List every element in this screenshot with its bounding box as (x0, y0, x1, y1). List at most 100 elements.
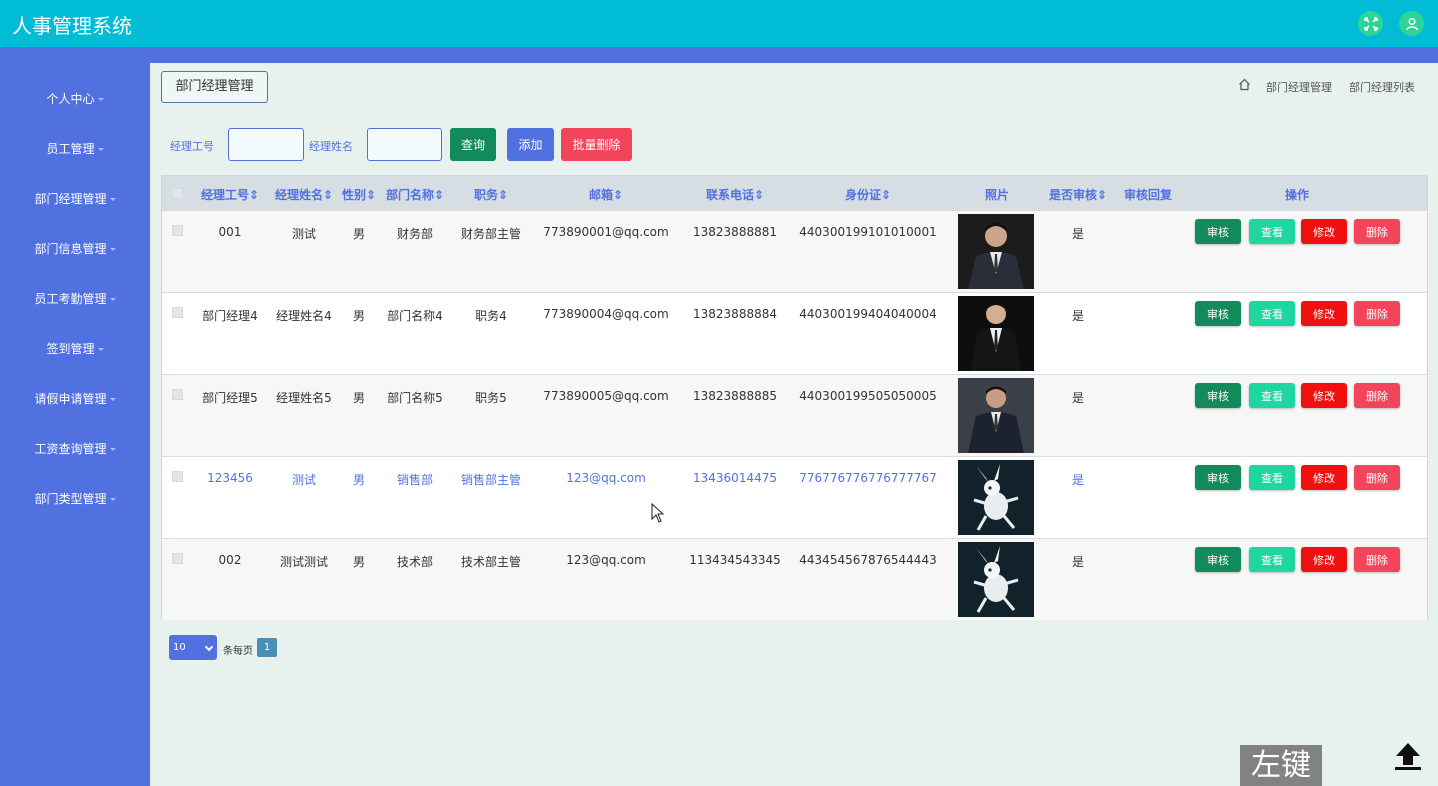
white-creature-photo[interactable] (958, 460, 1034, 535)
caret-down-icon (97, 98, 104, 101)
column-header[interactable]: 是否审核⇕ (1049, 186, 1107, 203)
edit-button[interactable]: 修改 (1301, 383, 1347, 408)
cell-dept: 销售部 (396, 473, 434, 487)
cell-gender: 男 (352, 309, 366, 323)
cell-id: 002 (218, 553, 242, 567)
view-button[interactable]: 查看 (1249, 383, 1295, 408)
audit-button[interactable]: 审核 (1195, 465, 1241, 490)
user-icon (1405, 17, 1418, 30)
sidebar-item-leave[interactable]: 请假申请管理 (0, 387, 150, 411)
sidebar-item-label: 请假申请管理 (34, 392, 107, 406)
cell-title: 职务4 (475, 309, 507, 323)
audit-button[interactable]: 审核 (1195, 301, 1241, 326)
sidebar-item-label: 部门经理管理 (34, 192, 107, 206)
sidebar-item-label: 部门信息管理 (34, 242, 107, 256)
page-size-value: 10 (173, 642, 186, 653)
delete-button[interactable]: 删除 (1354, 383, 1400, 408)
key-hint-overlay: 左键 (1240, 745, 1322, 786)
audit-button[interactable]: 审核 (1195, 383, 1241, 408)
edit-button[interactable]: 修改 (1301, 465, 1347, 490)
edit-button[interactable]: 修改 (1301, 219, 1347, 244)
manager-name-input[interactable] (367, 128, 442, 161)
cell-name: 测试 (291, 227, 317, 241)
delete-button[interactable]: 删除 (1354, 301, 1400, 326)
row-checkbox[interactable] (172, 389, 183, 400)
view-button[interactable]: 查看 (1249, 465, 1295, 490)
table-row: 部门经理4 经理姓名4 男 部门名称4 职务4 773890004@qq.com… (162, 292, 1427, 374)
sidebar: 个人中心 员工管理 部门经理管理 部门信息管理 员工考勤管理 签到管理 请假申请… (0, 47, 150, 786)
top-bar: 人事管理系统 (0, 0, 1438, 47)
column-header[interactable]: 联系电话⇕ (706, 186, 764, 203)
sidebar-item-signin[interactable]: 签到管理 (0, 337, 150, 361)
cell-dept: 部门名称5 (387, 391, 443, 405)
select-all-checkbox[interactable] (172, 188, 183, 199)
cell-title: 财务部主管 (460, 227, 522, 241)
page-title: 部门经理管理 (161, 71, 268, 103)
delete-button[interactable]: 删除 (1354, 219, 1400, 244)
table-header: 经理工号⇕ 经理姓名⇕ 性别⇕ 部门名称⇕ 职务⇕ 邮箱⇕ 联系电话⇕ 身份证⇕… (162, 176, 1427, 210)
sidebar-item-dept-types[interactable]: 部门类型管理 (0, 487, 150, 511)
caret-down-icon (109, 198, 116, 201)
page-number-button[interactable]: 1 (257, 638, 277, 657)
cell-phone: 113434543345 (689, 553, 781, 567)
delete-button[interactable]: 删除 (1354, 465, 1400, 490)
cell-audited: 是 (1071, 227, 1085, 241)
view-button[interactable]: 查看 (1249, 547, 1295, 572)
row-checkbox[interactable] (172, 225, 183, 236)
column-header[interactable]: 邮箱⇕ (589, 186, 623, 203)
row-checkbox[interactable] (172, 471, 183, 482)
column-header[interactable]: 职务⇕ (474, 186, 508, 203)
column-header[interactable]: 经理工号⇕ (201, 186, 259, 203)
caret-down-icon (109, 298, 116, 301)
breadcrumb-item[interactable]: 部门经理管理 (1266, 79, 1332, 95)
sidebar-item-employees[interactable]: 员工管理 (0, 137, 150, 161)
column-header[interactable]: 身份证⇕ (845, 186, 891, 203)
manager-name-label: 经理姓名 (309, 140, 353, 153)
caret-down-icon (97, 348, 104, 351)
cell-audited: 是 (1071, 555, 1085, 569)
sidebar-item-label: 工资查询管理 (34, 442, 107, 456)
row-checkbox[interactable] (172, 307, 183, 318)
view-button[interactable]: 查看 (1249, 301, 1295, 326)
delete-button[interactable]: 删除 (1354, 547, 1400, 572)
add-button[interactable]: 添加 (507, 128, 554, 161)
cell-name: 测试测试 (279, 555, 329, 569)
row-checkbox[interactable] (172, 553, 183, 564)
cell-title: 销售部主管 (460, 473, 522, 487)
edit-button[interactable]: 修改 (1301, 301, 1347, 326)
user-button[interactable] (1399, 11, 1424, 36)
fullscreen-button[interactable] (1358, 11, 1383, 36)
cell-audited: 是 (1071, 309, 1085, 323)
sidebar-item-dept-info[interactable]: 部门信息管理 (0, 237, 150, 261)
man-in-suit-photo[interactable] (958, 378, 1034, 453)
sidebar-item-label: 员工管理 (46, 142, 95, 156)
query-button[interactable]: 查询 (450, 128, 496, 161)
column-header[interactable]: 经理姓名⇕ (275, 186, 333, 203)
batch-delete-button[interactable]: 批量删除 (561, 128, 632, 161)
column-header[interactable]: 性别⇕ (342, 186, 376, 203)
manager-id-input[interactable] (228, 128, 304, 161)
page-size-select[interactable]: 10 (169, 635, 217, 660)
cell-phone: 13823888885 (693, 389, 777, 403)
home-icon[interactable] (1238, 78, 1251, 91)
sidebar-item-dept-managers[interactable]: 部门经理管理 (0, 187, 150, 211)
sidebar-item-attendance[interactable]: 员工考勤管理 (0, 287, 150, 311)
man-in-suit-photo[interactable] (958, 214, 1034, 289)
sidebar-item-personal-center[interactable]: 个人中心 (0, 87, 150, 111)
audit-button[interactable]: 审核 (1195, 547, 1241, 572)
sidebar-item-salary[interactable]: 工资查询管理 (0, 437, 150, 461)
view-button[interactable]: 查看 (1249, 219, 1295, 244)
cell-idcard: 440300199404040004 (799, 307, 937, 321)
white-creature-photo[interactable] (958, 542, 1034, 617)
column-header: 操作 (1284, 188, 1310, 202)
back-to-top-icon[interactable] (1393, 740, 1423, 772)
man-in-suit-photo[interactable] (958, 296, 1034, 371)
cell-name: 测试 (291, 473, 317, 487)
column-header[interactable]: 部门名称⇕ (386, 186, 444, 203)
cell-email: 773890001@qq.com (543, 225, 669, 239)
audit-button[interactable]: 审核 (1195, 219, 1241, 244)
cell-phone: 13823888884 (693, 307, 777, 321)
mouse-cursor-icon (651, 503, 665, 523)
edit-button[interactable]: 修改 (1301, 547, 1347, 572)
cell-email: 773890004@qq.com (543, 307, 669, 321)
